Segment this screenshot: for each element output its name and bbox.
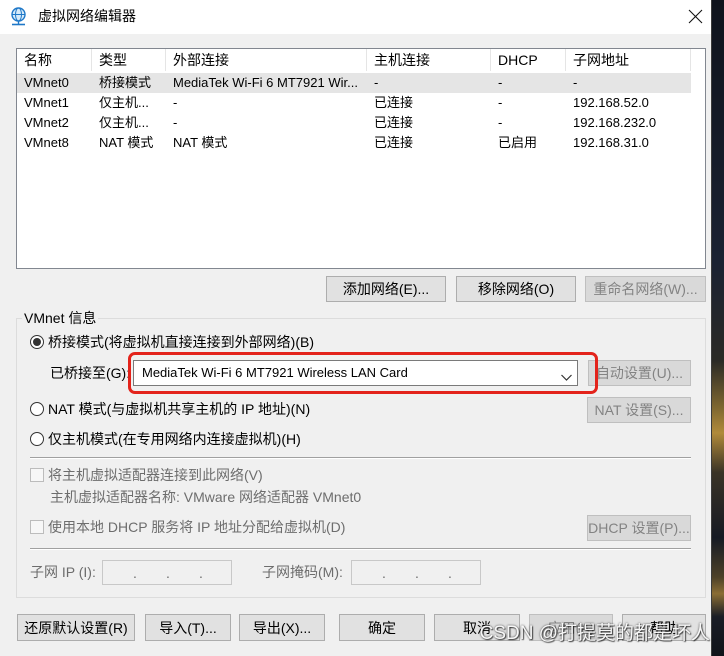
checkbox-indicator (30, 520, 44, 534)
title-bar[interactable]: 虚拟网络编辑器 (0, 0, 711, 34)
export-button[interactable]: 导出(X)... (239, 614, 325, 641)
network-list-body: VMnet0 桥接模式 MediaTek Wi-Fi 6 MT7921 Wir...… (17, 73, 705, 263)
cell-name: VMnet8 (24, 135, 69, 150)
divider (30, 548, 691, 550)
nat-settings-button[interactable]: NAT 设置(S)... (587, 397, 691, 423)
cell-type: NAT 模式 (99, 135, 154, 150)
host-only-label: 仅主机模式(在专用网络内连接虚拟机)(H) (48, 431, 301, 447)
network-list-header: 名称 类型 外部连接 主机连接 DHCP 子网地址 (17, 49, 705, 71)
cell-subnet-address: - (573, 75, 578, 90)
network-list[interactable]: 名称 类型 外部连接 主机连接 DHCP 子网地址 VMnet0 桥接模式 MediaTek … (16, 48, 706, 269)
cell-type: 仅主机... (99, 95, 149, 110)
cell-host-connection: 已连接 (374, 95, 414, 110)
ip-separator: . (382, 565, 386, 581)
cell-host-connection: 已连接 (374, 115, 414, 130)
connect-adapter-checkbox[interactable]: 将主机虚拟适配器连接到此网络(V) (30, 466, 263, 484)
table-row[interactable]: VMnet1 仅主机... - 已连接 - 192.168.52.0 (17, 93, 691, 113)
cell-dhcp: - (498, 75, 503, 90)
cell-host-connection: 已连接 (374, 135, 414, 150)
radio-indicator (30, 402, 44, 416)
cell-name: VMnet2 (24, 115, 69, 130)
bridged-to-label: 已桥接至(G): (50, 365, 131, 381)
cell-type: 仅主机... (99, 115, 149, 130)
import-button[interactable]: 导入(T)... (145, 614, 231, 641)
cell-dhcp: - (498, 115, 503, 130)
ip-separator: . (199, 565, 203, 581)
bridged-mode-label: 桥接模式(将虚拟机直接连接到外部网络)(B) (48, 334, 314, 350)
cell-name: VMnet1 (24, 95, 69, 110)
remove-network-button[interactable]: 移除网络(O) (456, 276, 576, 302)
connect-adapter-label: 将主机虚拟适配器连接到此网络(V) (48, 467, 263, 483)
host-only-radio[interactable]: 仅主机模式(在专用网络内连接虚拟机)(H) (30, 430, 301, 448)
nat-mode-radio[interactable]: NAT 模式(与虚拟机共享主机的 IP 地址)(N) (30, 400, 310, 418)
close-button[interactable] (681, 2, 710, 31)
dhcp-settings-button[interactable]: DHCP 设置(P)... (587, 515, 691, 541)
table-row[interactable]: VMnet0 桥接模式 MediaTek Wi-Fi 6 MT7921 Wir...… (17, 73, 691, 93)
ip-separator: . (166, 565, 170, 581)
dhcp-service-checkbox[interactable]: 使用本地 DHCP 服务将 IP 地址分配给虚拟机(D) (30, 518, 345, 536)
vmnet-info-group-label: VMnet 信息 (22, 309, 99, 327)
cell-subnet-address: 192.168.31.0 (573, 135, 649, 150)
chevron-down-icon (561, 369, 572, 381)
cell-external-connection: - (173, 95, 178, 110)
cell-subnet-address: 192.168.232.0 (573, 115, 657, 130)
add-network-button[interactable]: 添加网络(E)... (326, 276, 446, 302)
subnet-ip-label: 子网 IP (I): (30, 564, 96, 580)
column-header-host-connection[interactable]: 主机连接 (367, 49, 491, 71)
cell-external-connection: - (173, 115, 178, 130)
auto-settings-button[interactable]: 自动设置(U)... (588, 360, 691, 386)
column-header-external-connection[interactable]: 外部连接 (166, 49, 367, 71)
checkbox-indicator (30, 468, 44, 482)
restore-defaults-button[interactable]: 还原默认设置(R) (17, 614, 135, 641)
ip-separator: . (448, 565, 452, 581)
cell-dhcp: 已启用 (498, 135, 538, 150)
table-row[interactable]: VMnet8 NAT 模式 NAT 模式 已连接 已启用 192.168.31.0 (17, 133, 691, 153)
column-header-dhcp[interactable]: DHCP (491, 49, 566, 71)
ip-separator: . (415, 565, 419, 581)
watermark: CSDN @打提莫的都是坏人 (479, 623, 710, 644)
virtual-network-editor-dialog: 虚拟网络编辑器 名称 类型 外部连接 主机连接 DHCP 子网地址 VMnet0 桥接模式 M… (0, 0, 712, 656)
subnet-mask-field[interactable]: . . . (351, 560, 481, 585)
cell-host-connection: - (374, 75, 379, 90)
cell-type: 桥接模式 (99, 75, 152, 90)
subnet-ip-field[interactable]: . . . (102, 560, 232, 585)
close-icon (688, 9, 703, 24)
column-header-name[interactable]: 名称 (17, 49, 92, 71)
radio-indicator (30, 432, 44, 446)
rename-network-button[interactable]: 重命名网络(W)... (585, 276, 706, 302)
desktop-background (712, 0, 724, 656)
divider (30, 457, 691, 459)
ip-separator: . (133, 565, 137, 581)
cell-name: VMnet0 (24, 75, 69, 90)
cell-dhcp: - (498, 95, 503, 110)
cell-external-connection: NAT 模式 (173, 135, 228, 150)
dhcp-service-label: 使用本地 DHCP 服务将 IP 地址分配给虚拟机(D) (48, 519, 346, 535)
nat-mode-label: NAT 模式(与虚拟机共享主机的 IP 地址)(N) (48, 401, 311, 417)
bridged-adapter-dropdown[interactable]: MediaTek Wi-Fi 6 MT7921 Wireless LAN Car… (133, 360, 578, 386)
subnet-mask-label: 子网掩码(M): (262, 564, 343, 580)
radio-indicator (30, 335, 44, 349)
cell-subnet-address: 192.168.52.0 (573, 95, 649, 110)
adapter-name-text: 主机虚拟适配器名称: VMware 网络适配器 VMnet0 (50, 489, 362, 505)
bridged-mode-radio[interactable]: 桥接模式(将虚拟机直接连接到外部网络)(B) (30, 333, 314, 351)
table-row[interactable]: VMnet2 仅主机... - 已连接 - 192.168.232.0 (17, 113, 691, 133)
network-globe-icon (9, 7, 28, 26)
column-header-subnet-address[interactable]: 子网地址 (566, 49, 691, 71)
ok-button[interactable]: 确定 (339, 614, 425, 641)
window-title: 虚拟网络编辑器 (38, 8, 136, 24)
column-header-type[interactable]: 类型 (92, 49, 166, 71)
cell-external-connection: MediaTek Wi-Fi 6 MT7921 Wir... (173, 75, 358, 90)
bridged-adapter-value: MediaTek Wi-Fi 6 MT7921 Wireless LAN Car… (142, 365, 408, 380)
